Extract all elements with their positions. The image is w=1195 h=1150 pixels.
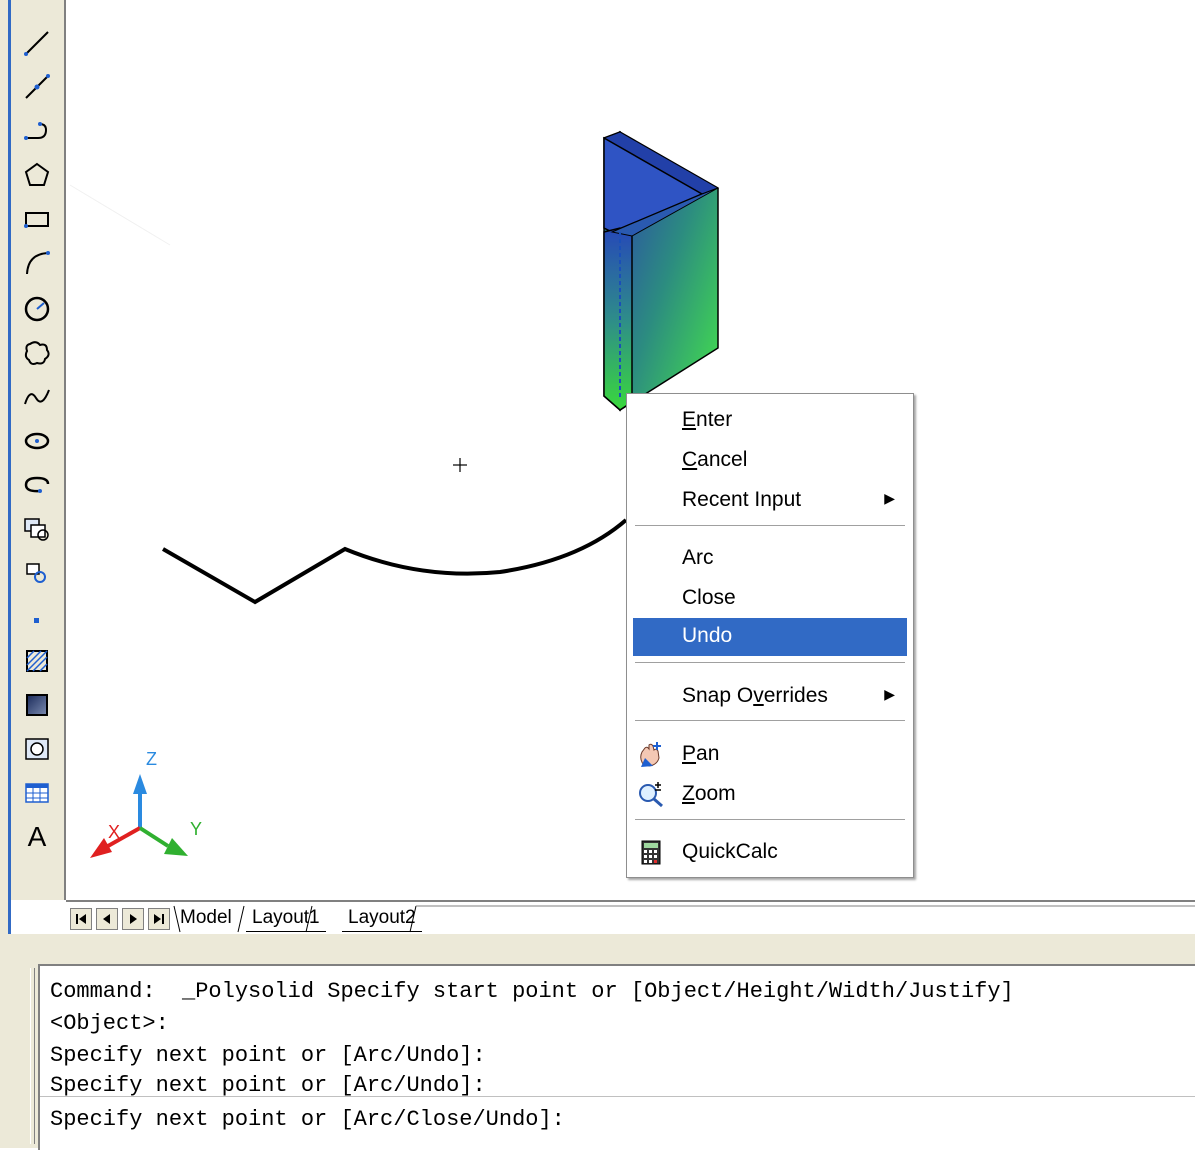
multiline-text-icon[interactable]: A — [19, 818, 55, 856]
menu-item-label: errides — [763, 684, 828, 707]
menu-separator — [635, 662, 905, 666]
context-menu: Enter Cancel Recent Input ▶ Arc Close Un… — [626, 393, 914, 878]
menu-item-label: Recent Input — [682, 488, 802, 511]
construction-line-icon[interactable] — [19, 68, 55, 106]
command-history-line: Command: _Polysolid Specify start point … — [50, 979, 1014, 1004]
tab-model[interactable]: Model — [174, 905, 238, 931]
command-window-frame — [0, 934, 1195, 964]
menu-item-label: QuickCalc — [682, 840, 778, 863]
region-icon[interactable] — [19, 730, 55, 768]
revision-cloud-icon[interactable] — [19, 334, 55, 372]
accel-key: Z — [682, 782, 695, 805]
polysolid-3d-object — [602, 130, 720, 412]
line-icon[interactable] — [19, 24, 55, 62]
menu-item-label: nter — [696, 408, 733, 431]
menu-separator — [635, 720, 905, 724]
menu-item-label: ancel — [697, 448, 748, 471]
menu-item-label: Undo — [682, 624, 733, 647]
menu-item-snap-overrides[interactable]: Snap Overrides ▶ — [633, 678, 907, 716]
calculator-icon — [641, 840, 661, 865]
ucs-z-label: Z — [146, 749, 157, 769]
layout-tab-bar: Model Layout1 Layout2 — [66, 900, 1195, 936]
tab-layout1[interactable]: Layout1 — [246, 905, 326, 932]
menu-item-label: an — [696, 742, 720, 765]
hatch-icon[interactable] — [19, 642, 55, 680]
ucs-x-label: X — [108, 822, 120, 842]
menu-item-quickcalc[interactable]: QuickCalc — [633, 834, 907, 872]
menu-item-label: oom — [694, 782, 736, 805]
make-block-icon[interactable] — [19, 554, 55, 592]
menu-item-close[interactable]: Close — [633, 580, 907, 618]
menu-item-label: Close — [682, 586, 736, 609]
menu-item-label: Snap O — [682, 684, 754, 707]
command-separator — [40, 1096, 1195, 1097]
menu-item-pan[interactable]: Pan — [633, 736, 907, 774]
circle-icon[interactable] — [19, 290, 55, 328]
submenu-arrow-icon: ▶ — [884, 490, 895, 506]
accel-key: P — [682, 742, 697, 765]
submenu-arrow-icon: ▶ — [884, 686, 895, 702]
command-history-line: Specify next point or [Arc/Undo]: — [50, 1043, 486, 1068]
pan-hand-icon — [640, 742, 661, 767]
menu-item-zoom[interactable]: Zoom — [633, 776, 907, 814]
ellipse-icon[interactable] — [19, 422, 55, 460]
command-prompt-input[interactable]: Specify next point or [Arc/Close/Undo]: — [50, 1104, 565, 1136]
table-icon[interactable] — [19, 774, 55, 812]
command-window: Command: _Polysolid Specify start point … — [38, 964, 1195, 1150]
next-tab-icon[interactable] — [122, 908, 144, 930]
tab-layout2[interactable]: Layout2 — [342, 905, 422, 932]
last-tab-icon[interactable] — [148, 908, 170, 930]
first-tab-icon[interactable] — [70, 908, 92, 930]
menu-item-enter[interactable]: Enter — [633, 402, 907, 440]
ucs-y-label: Y — [190, 819, 202, 839]
ellipse-arc-icon[interactable] — [19, 466, 55, 504]
rectangle-icon[interactable] — [19, 200, 55, 238]
polygon-icon[interactable] — [19, 156, 55, 194]
command-history-line: Specify next point or [Arc/Undo]: — [50, 1073, 486, 1098]
accel-key: C — [682, 448, 698, 471]
menu-item-cancel[interactable]: Cancel — [633, 442, 907, 480]
arc-icon[interactable] — [19, 244, 55, 282]
polyline-icon[interactable] — [19, 112, 55, 150]
accel-key: v — [753, 684, 764, 707]
gradient-icon[interactable] — [19, 686, 55, 724]
menu-item-undo[interactable]: Undo — [633, 618, 907, 656]
command-history-line: <Object>: — [50, 1011, 169, 1036]
text-tool-label: A — [27, 821, 47, 852]
accel-key: E — [682, 408, 697, 431]
draw-toolbar: A — [11, 0, 66, 900]
spline-icon[interactable] — [19, 378, 55, 416]
insert-block-icon[interactable] — [19, 510, 55, 548]
command-window-grip[interactable] — [0, 964, 38, 1148]
menu-separator — [635, 819, 905, 823]
point-icon[interactable] — [19, 598, 55, 636]
previous-tab-icon[interactable] — [96, 908, 118, 930]
zoom-magnifier-icon — [639, 782, 663, 808]
crosshair-cursor — [453, 458, 467, 472]
ucs-icon — [90, 774, 188, 858]
polysolid-path — [162, 518, 628, 605]
menu-separator — [635, 525, 905, 529]
menu-item-arc[interactable]: Arc — [633, 540, 907, 578]
faint-guide-line — [69, 184, 171, 246]
menu-item-label: Arc — [682, 546, 714, 569]
menu-item-recent-input[interactable]: Recent Input ▶ — [633, 482, 907, 520]
